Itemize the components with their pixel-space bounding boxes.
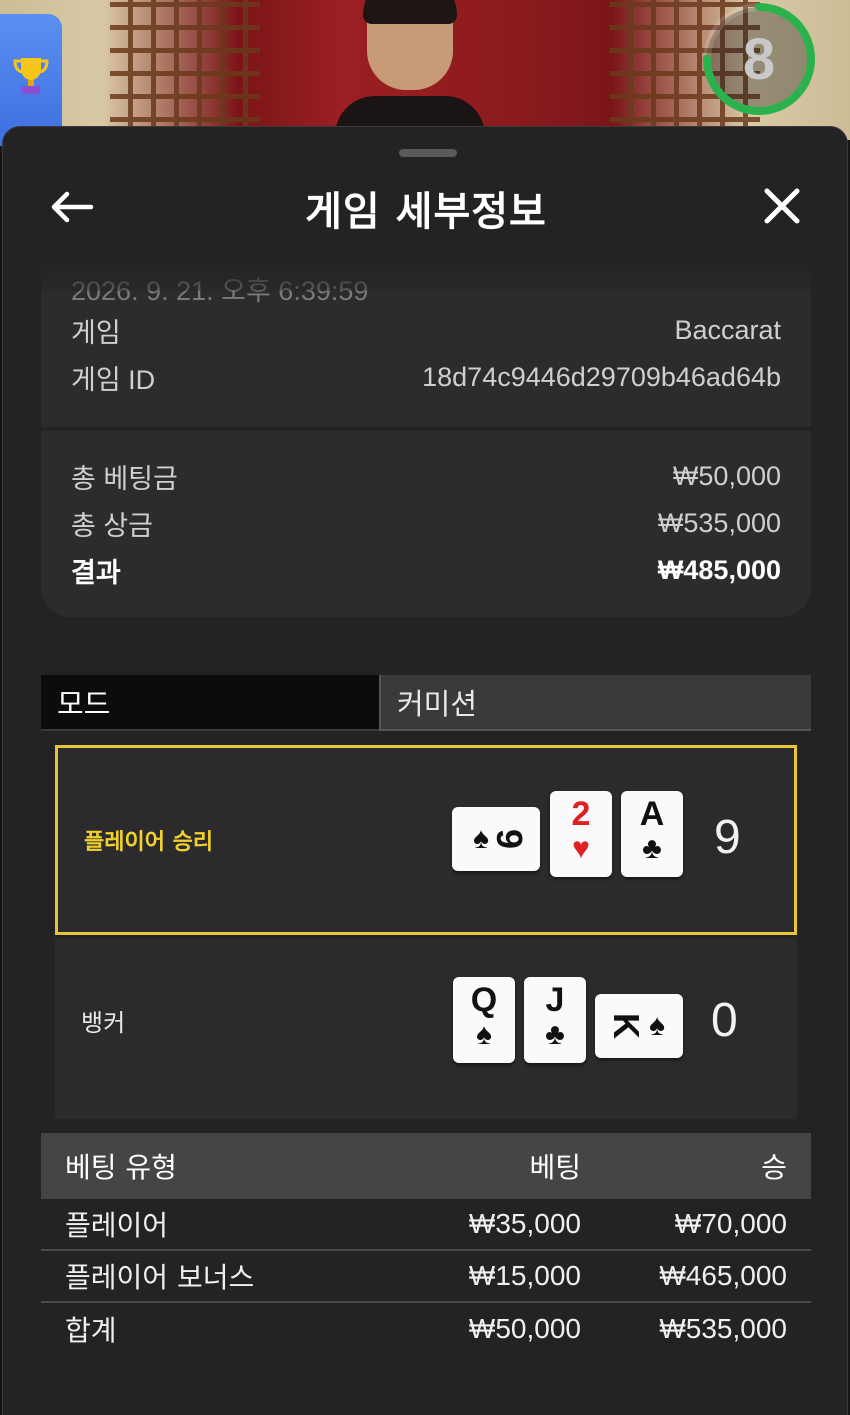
- game-label: 게임: [71, 317, 121, 348]
- header-bet-type: 베팅 유형: [65, 1151, 177, 1184]
- tab-commission[interactable]: 커미션: [379, 675, 811, 731]
- banker-label: 뱅커: [81, 1009, 126, 1037]
- card-rank: A: [639, 795, 665, 833]
- total-bet-value: ₩50,000: [672, 460, 781, 491]
- bet-type: 플레이어: [65, 1209, 169, 1242]
- game-details-sheet: 게임 세부정보 2026. 9. 21. 오후 6:39:59 게임 Bacca…: [2, 126, 848, 1415]
- banker-result-panel: 뱅커 Q ♠ J ♣ K ♠ 0: [55, 939, 797, 1119]
- countdown-timer: 8: [700, 0, 818, 118]
- bet-type: 합계: [65, 1314, 117, 1347]
- game-id-row: 게임 ID 18d74c9446d29709b46ad64b: [71, 360, 781, 395]
- dealer-figure: [335, 0, 485, 140]
- game-info-card: 2026. 9. 21. 오후 6:39:59 게임 Baccarat 게임 I…: [41, 263, 811, 427]
- result-value: ₩485,000: [657, 554, 781, 585]
- total-bet-label: 총 베팅금: [71, 463, 178, 494]
- game-value: Baccarat: [674, 314, 781, 345]
- bets-table: 베팅 유형 베팅 승 플레이어 ₩35,000 ₩70,000 플레이어 보너스…: [41, 1133, 811, 1355]
- lattice-decoration: [110, 0, 260, 140]
- table-row: 플레이어 보너스 ₩15,000 ₩465,000: [41, 1251, 811, 1303]
- bet-amount: ₩35,000: [468, 1208, 581, 1239]
- card-suit: ♠: [649, 1009, 665, 1042]
- player-win-label: 플레이어 승리: [84, 830, 214, 855]
- header-bet: 베팅: [529, 1151, 581, 1184]
- banker-card-2: J ♣: [524, 977, 586, 1063]
- player-card-2: 2 ♥: [550, 791, 612, 877]
- table-row: 플레이어 ₩35,000 ₩70,000: [41, 1199, 811, 1251]
- table-header: 베팅 유형 베팅 승: [41, 1133, 811, 1199]
- trophy-icon: [13, 58, 49, 94]
- total-win-label: 총 상금: [71, 510, 154, 541]
- mode-tabs: 모드 커미션: [41, 675, 811, 731]
- game-id-value[interactable]: 18d74c9446d29709b46ad64b: [422, 362, 781, 393]
- banker-score: 0: [711, 994, 738, 1047]
- total-bet-row: 총 베팅금 ₩50,000: [71, 459, 781, 494]
- card-rank: Q: [470, 981, 498, 1019]
- card-suit: ♣: [642, 832, 662, 865]
- result-label: 결과: [71, 557, 121, 588]
- close-icon: [764, 188, 800, 224]
- card-suit: ♣: [545, 1018, 565, 1051]
- total-win-row: 총 상금 ₩535,000: [71, 506, 781, 541]
- game-row: 게임 Baccarat: [71, 313, 781, 348]
- game-id-label: 게임 ID: [71, 364, 156, 395]
- bet-type: 플레이어 보너스: [65, 1261, 255, 1294]
- card-suit: ♥: [572, 832, 590, 865]
- total-win-value: ₩535,000: [657, 507, 781, 538]
- bet-amount: ₩15,000: [468, 1260, 581, 1291]
- card-rank: J: [545, 981, 565, 1019]
- tab-mode[interactable]: 모드: [41, 675, 379, 731]
- player-result-panel: 플레이어 승리 ♠ 9 2 ♥ A ♣ 9: [55, 745, 797, 935]
- card-rank: 9: [488, 828, 530, 850]
- player-card-3: A ♣: [621, 791, 683, 877]
- win-amount: ₩70,000: [674, 1208, 787, 1239]
- page-title: 게임 세부정보: [305, 189, 547, 235]
- win-amount: ₩465,000: [659, 1260, 787, 1291]
- table-row-total: 합계 ₩50,000 ₩535,000: [41, 1303, 811, 1355]
- timer-value: 8: [742, 26, 776, 92]
- bet-amount: ₩50,000: [468, 1313, 581, 1344]
- header-win: 승: [761, 1151, 787, 1184]
- win-amount: ₩535,000: [659, 1313, 787, 1344]
- player-score: 9: [714, 811, 741, 864]
- card-rank: K: [606, 1013, 648, 1039]
- card-rank: 2: [571, 795, 591, 833]
- bet-summary-card: 총 베팅금 ₩50,000 총 상금 ₩535,000 결과 ₩485,000: [41, 431, 811, 617]
- card-suit: ♠: [476, 1018, 492, 1051]
- arrow-left-icon: [51, 191, 94, 223]
- result-row: 결과 ₩485,000: [71, 553, 781, 588]
- card-suit: ♠: [473, 822, 489, 855]
- back-button[interactable]: [47, 187, 97, 227]
- banker-card-3: K ♠: [595, 994, 683, 1058]
- sheet-drag-handle[interactable]: [399, 149, 457, 157]
- banker-card-1: Q ♠: [453, 977, 515, 1063]
- player-card-1: ♠ 9: [452, 807, 540, 871]
- close-button[interactable]: [759, 183, 805, 229]
